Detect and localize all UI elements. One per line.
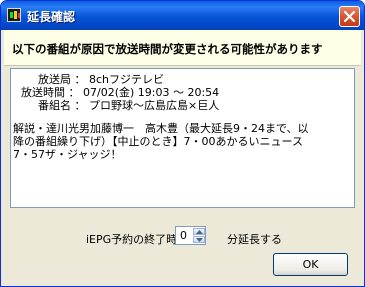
- spin-buttons: [193, 228, 205, 243]
- close-icon: [344, 11, 355, 22]
- spin-up-icon: [196, 230, 203, 234]
- spin-down-button[interactable]: [193, 236, 205, 243]
- title-bar[interactable]: 延長確認: [1, 1, 364, 30]
- extend-minutes-value[interactable]: 0: [180, 229, 187, 242]
- warning-message: 以下の番組が原因で放送時間が変更される可能性があります: [12, 42, 323, 56]
- station-line: 放送局 ： 8chフジテレビ: [27, 73, 165, 86]
- program-name-line: 番組名 ： プロ野球～広島広島×巨人: [27, 99, 220, 112]
- description-line-2: 降の番組繰り下げ）【中止のとき】7・00あかるいニュース: [13, 135, 303, 148]
- description-line-1: 解説・達川光男加藤博一 高木豊（最大延長9・24まで、以: [13, 122, 309, 135]
- airtime-line: 放送時間 ： 07/02(金) 19:03 ～ 20:54: [21, 86, 220, 99]
- extend-suffix-label: 分延長する: [227, 233, 282, 246]
- spin-down-icon: [196, 238, 203, 242]
- ok-button[interactable]: OK: [273, 253, 348, 276]
- description-line-3: 7・57ザ・ジャッジ！: [13, 148, 122, 161]
- spin-up-button[interactable]: [193, 228, 205, 235]
- extend-minutes-stepper[interactable]: 0: [175, 226, 206, 245]
- close-button[interactable]: [339, 6, 360, 27]
- dialog-window: 延長確認 以下の番組が原因で放送時間が変更される可能性があります 放送局 ： 8…: [0, 0, 365, 287]
- app-icon: [7, 8, 21, 22]
- message-panel: 以下の番組が原因で放送時間が変更される可能性があります: [4, 30, 361, 66]
- program-info-textbox[interactable]: 放送局 ： 8chフジテレビ 放送時間 ： 07/02(金) 19:03 ～ 2…: [10, 68, 355, 208]
- window-title: 延長確認: [27, 10, 76, 24]
